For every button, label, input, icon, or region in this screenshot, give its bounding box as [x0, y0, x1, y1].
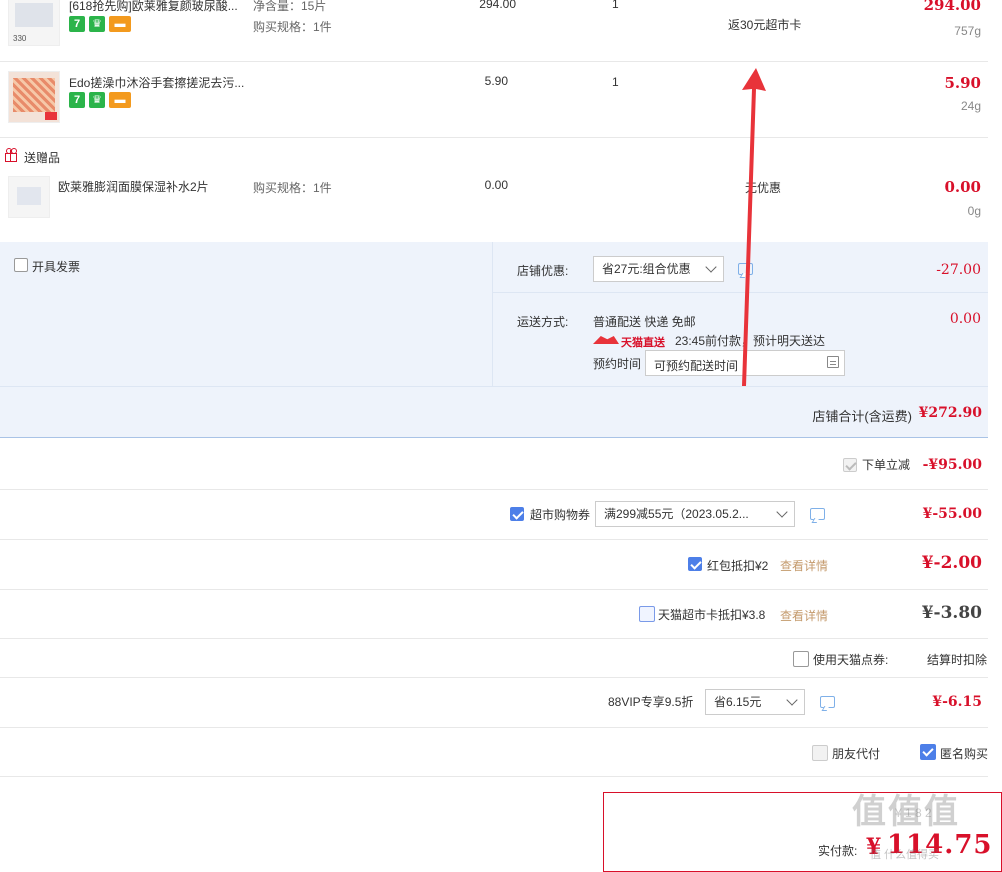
shop-discount-select[interactable]: 省27元:组合优惠 [593, 256, 724, 282]
redpack-checkbox[interactable] [688, 557, 702, 571]
vip-amount: ¥-6.15 [932, 694, 982, 710]
arrow-shape [742, 68, 766, 386]
divider [0, 61, 988, 62]
pay-label: 实付款: [818, 844, 858, 858]
gift-icon [4, 148, 18, 162]
invoice-checkbox[interactable] [14, 258, 28, 272]
divider [0, 727, 988, 728]
divider [0, 677, 988, 678]
shop-total-value: ¥272.90 [918, 405, 982, 421]
product-spec: 购买规格：1件 [253, 20, 332, 34]
gift-thumbnail[interactable] [8, 176, 50, 218]
watermark-text: 值 什么值得买 [870, 849, 940, 861]
guarantee-icon: ♛ [89, 16, 105, 32]
redpack-label: 红包抵扣¥2 [707, 559, 769, 573]
quantity: 1 [612, 75, 619, 89]
item-total: 294.00 [923, 0, 981, 14]
redpack-detail-link[interactable]: 查看详情 [780, 557, 828, 574]
panel-divider [492, 242, 493, 387]
guarantee-icon: ♛ [89, 92, 105, 108]
divider [0, 489, 988, 490]
unit-price: 294.00 [479, 0, 516, 11]
coupon-select[interactable]: 满299减55元（2023.05.2... [595, 501, 795, 527]
instant-discount-checkbox[interactable] [843, 458, 857, 472]
vip-value: 省6.15元 [714, 695, 762, 709]
chevron-down-icon [786, 694, 798, 706]
card-icon: ▬ [109, 16, 131, 32]
shipping-method: 普通配送 快递 免邮 [593, 315, 696, 329]
anonymous-checkbox[interactable] [920, 744, 936, 760]
gift-price: 0.00 [484, 178, 508, 192]
gift-total: 0.00 [944, 178, 981, 196]
product-spec: 净含量：15片 [253, 0, 327, 13]
watermark-logo: 值值值 [852, 793, 960, 831]
gift-weight: 0g [967, 204, 981, 218]
shop-discount-amount: -27.00 [936, 262, 981, 278]
product-thumbnail[interactable]: 330 [8, 0, 60, 46]
message-icon[interactable] [820, 696, 835, 708]
shop-discount-label: 店铺优惠: [517, 264, 569, 278]
panel-divider [0, 386, 988, 387]
coupon-checkbox[interactable] [510, 507, 524, 521]
reserve-time-label: 预约时间 [593, 357, 642, 371]
unit-price: 5.90 [484, 74, 508, 88]
seven-day-return-icon: 7 [69, 92, 85, 108]
instant-discount-amount: -¥95.00 [922, 457, 982, 473]
annotation-arrow [742, 68, 766, 386]
quantity: 1 [612, 0, 619, 11]
divider [0, 776, 988, 777]
tmall-card-amount: ¥-3.80 [921, 603, 982, 623]
vip-label: 88VIP专享9.5折 [608, 695, 694, 709]
item-total: 5.90 [944, 74, 981, 92]
shipping-amount: 0.00 [949, 311, 981, 327]
product-thumbnail[interactable] [8, 71, 60, 123]
item-weight: 24g [960, 99, 981, 113]
shop-discount-value: 省27元:组合优惠 [602, 262, 691, 276]
divider [0, 137, 988, 138]
item-weight: 757g [954, 24, 981, 38]
tmall-points-note: 结算时扣除 [926, 653, 987, 667]
friend-pay-checkbox[interactable] [812, 745, 828, 761]
gift-spec: 购买规格：1件 [253, 181, 332, 195]
message-icon[interactable] [810, 508, 825, 520]
divider [0, 638, 988, 639]
coupon-label: 超市购物券 [530, 508, 591, 522]
card-icon: ▬ [109, 92, 131, 108]
chevron-down-icon [705, 261, 717, 273]
tmall-card-checkbox[interactable] [639, 606, 655, 622]
promotion-text: 返30元超市卡 [728, 18, 802, 32]
chevron-down-icon [776, 506, 788, 518]
reserve-time-placeholder: 可预约配送时间 [654, 359, 739, 373]
friend-pay-label: 朋友代付 [832, 747, 881, 761]
shipping-label: 运送方式: [517, 315, 569, 329]
tmall-card-detail-link[interactable]: 查看详情 [780, 607, 828, 624]
seven-day-return-icon: 7 [69, 16, 85, 32]
shop-total-label: 店铺合计(含运费) [812, 409, 912, 424]
tmall-express-logo: 天猫直送 [593, 334, 665, 349]
coupon-value: 满299减55元（2023.05.2... [604, 507, 749, 521]
calendar-icon[interactable] [827, 356, 839, 368]
gift-title[interactable]: 欧莱雅膨润面膜保湿补水2片 [58, 178, 209, 195]
coupon-amount: ¥-55.00 [922, 506, 982, 522]
gift-header: 送赠品 [24, 151, 61, 165]
thumbnail-text: 330 [13, 34, 27, 43]
tmall-points-label: 使用天猫点券: [813, 653, 889, 667]
divider [0, 539, 988, 540]
tmall-points-checkbox[interactable] [793, 651, 809, 667]
product-title[interactable]: Edo搓澡巾沐浴手套擦搓泥去污... [69, 74, 249, 91]
tmall-express-text: 天猫直送 [621, 337, 665, 349]
divider [0, 589, 988, 590]
vip-select[interactable]: 省6.15元 [705, 689, 805, 715]
anonymous-label: 匿名购买 [940, 747, 989, 761]
redpack-amount: ¥-2.00 [921, 553, 982, 573]
product-title[interactable]: [618抢先购]欧莱雅复颜玻尿酸... [69, 0, 249, 14]
tmall-card-label: 天猫超市卡抵扣¥3.8 [658, 608, 766, 622]
invoice-label: 开具发票 [32, 260, 81, 274]
